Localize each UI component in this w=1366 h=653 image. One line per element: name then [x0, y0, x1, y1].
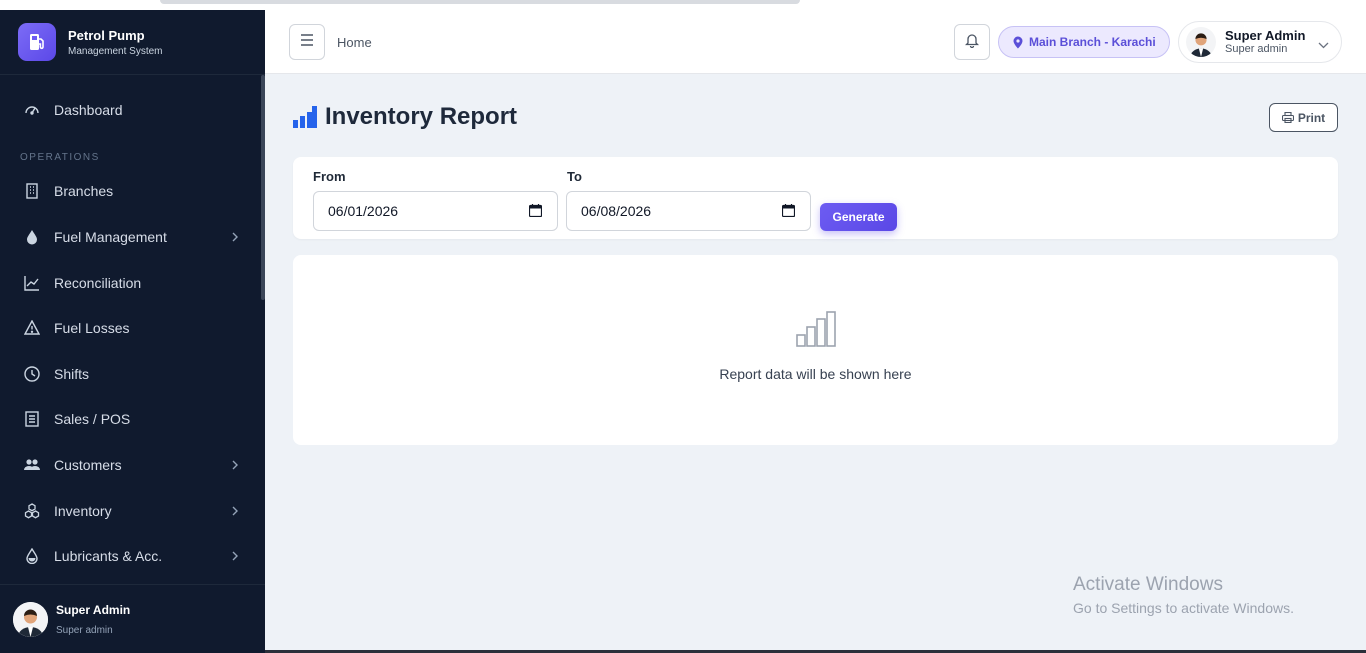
empty-state-text: Report data will be shown here	[719, 366, 912, 382]
calendar-icon[interactable]	[529, 204, 542, 217]
sidebar-item-label: Branches	[54, 183, 114, 200]
watermark-subtitle: Go to Settings to activate Windows.	[1073, 600, 1294, 616]
sidebar-item-label: Reconciliation	[54, 274, 142, 291]
sidebar-item-label: Customers	[54, 456, 122, 473]
clock-icon	[24, 366, 40, 382]
receipt-icon	[24, 411, 40, 428]
breadcrumb[interactable]: Home	[337, 35, 372, 50]
sidebar: Petrol Pump Management System Dashboard …	[0, 10, 265, 653]
sidebar-item-lubricants[interactable]: Lubricants & Acc.	[0, 533, 265, 579]
bell-icon	[964, 32, 980, 53]
avatar	[1186, 27, 1216, 57]
brand-subtitle: Management System	[68, 45, 163, 57]
filter-card: From 06/01/2026 To 06/08/2026 Generate	[293, 157, 1338, 239]
header-user-role: Super admin	[1225, 43, 1288, 55]
sidebar-user-name: Super Admin	[56, 602, 131, 617]
sidebar-section-operations: OPERATIONS	[20, 151, 100, 163]
menu-toggle-button[interactable]	[289, 24, 325, 60]
brand-title: Petrol Pump	[68, 27, 145, 43]
generate-button[interactable]: Generate	[820, 203, 897, 231]
from-label: From	[313, 169, 346, 184]
users-icon	[24, 457, 40, 473]
sidebar-item-label: Shifts	[54, 365, 90, 382]
sidebar-user-profile[interactable]: Super Admin Super admin	[0, 584, 265, 653]
from-date-value: 06/01/2026	[328, 203, 399, 219]
browser-top-strip	[0, 0, 1366, 10]
branch-name: Main Branch - Karachi	[1029, 35, 1156, 49]
notifications-button[interactable]	[954, 24, 990, 60]
to-date-input[interactable]: 06/08/2026	[566, 191, 811, 231]
chevron-right-icon	[231, 229, 239, 245]
calendar-icon[interactable]	[782, 204, 795, 217]
sidebar-scrollbar[interactable]	[261, 75, 265, 300]
from-date-input[interactable]: 06/01/2026	[313, 191, 558, 231]
print-label: Print	[1297, 110, 1326, 125]
cubes-icon	[24, 502, 40, 519]
building-icon	[24, 183, 40, 200]
avatar	[13, 601, 48, 637]
page-title-text: Inventory Report	[325, 103, 518, 130]
sidebar-item-customers[interactable]: Customers	[0, 442, 265, 488]
chart-line-icon	[24, 275, 40, 291]
oil-drop-icon	[24, 548, 40, 565]
chevron-right-icon	[231, 457, 239, 473]
sidebar-item-label: Sales / POS	[54, 411, 131, 428]
chevron-down-icon	[1318, 36, 1329, 54]
sidebar-item-sales-pos[interactable]: Sales / POS	[0, 397, 265, 443]
to-label: To	[567, 169, 582, 184]
user-menu[interactable]: Super Admin Super admin	[1178, 21, 1342, 63]
sidebar-item-label: Lubricants & Acc.	[54, 548, 163, 565]
print-button[interactable]: Print	[1269, 103, 1338, 132]
chevron-right-icon	[231, 503, 239, 519]
watermark-title: Activate Windows	[1073, 574, 1223, 595]
sidebar-item-branches[interactable]: Branches	[0, 169, 265, 215]
sidebar-item-fuel-management[interactable]: Fuel Management	[0, 214, 265, 260]
sidebar-item-label: Fuel Losses	[54, 320, 130, 337]
brand[interactable]: Petrol Pump Management System	[0, 10, 265, 75]
sidebar-item-fuel-losses[interactable]: Fuel Losses	[0, 305, 265, 351]
browser-scroll-indicator	[160, 0, 800, 4]
warning-icon	[24, 320, 40, 336]
sidebar-item-reconciliation[interactable]: Reconciliation	[0, 260, 265, 306]
windows-activation-watermark: Activate Windows Go to Settings to activ…	[1073, 574, 1294, 616]
sidebar-item-label: Inventory	[54, 502, 112, 519]
bar-chart-icon	[293, 106, 317, 128]
sidebar-item-inventory[interactable]: Inventory	[0, 488, 265, 534]
empty-chart-icon	[795, 311, 837, 347]
sidebar-item-label: Fuel Management	[54, 228, 167, 245]
top-header: Home Main Branch - Karachi Super Admin S…	[265, 10, 1366, 74]
map-pin-icon	[1013, 36, 1023, 49]
sidebar-item-dashboard[interactable]: Dashboard	[0, 87, 265, 133]
hamburger-icon	[300, 33, 314, 51]
sidebar-item-shifts[interactable]: Shifts	[0, 351, 265, 397]
chevron-right-icon	[231, 548, 239, 564]
page-title: Inventory Report	[293, 103, 517, 131]
branch-selector[interactable]: Main Branch - Karachi	[998, 26, 1170, 58]
droplet-icon	[24, 229, 40, 245]
fuel-pump-logo-icon	[18, 23, 56, 61]
to-date-value: 06/08/2026	[581, 203, 652, 219]
sidebar-user-role: Super admin	[56, 624, 113, 636]
sidebar-item-label: Dashboard	[54, 101, 123, 118]
sidebar-nav: Dashboard OPERATIONS Branches Fuel Manag…	[0, 75, 265, 579]
printer-icon	[1281, 112, 1294, 123]
header-user-name: Super Admin	[1225, 28, 1306, 43]
gauge-icon	[24, 102, 40, 118]
report-card: Report data will be shown here	[293, 255, 1338, 445]
